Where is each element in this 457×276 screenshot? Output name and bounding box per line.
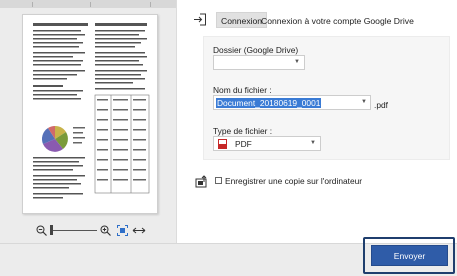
- filename-label: Nom du fichier :: [213, 85, 272, 95]
- document-page-illustration: [33, 23, 150, 199]
- send-button[interactable]: Envoyer: [371, 245, 448, 266]
- fit-width-icon[interactable]: [132, 225, 146, 236]
- zoom-slider-handle[interactable]: [50, 225, 53, 235]
- destination-form: Dossier (Google Drive) ▼ Nom du fichier …: [203, 36, 450, 160]
- page-thumbnail: [22, 14, 158, 214]
- chevron-down-icon: ▼: [310, 140, 316, 146]
- zoom-slider-track[interactable]: [51, 230, 97, 231]
- zoom-toolbar: [0, 218, 176, 243]
- preview-scrollbar[interactable]: [0, 0, 176, 8]
- filetype-label: Type de fichier :: [213, 126, 273, 136]
- filename-value: Document_20180619_0001: [216, 98, 322, 108]
- filetype-value: PDF: [235, 139, 252, 149]
- chevron-down-icon: ▼: [294, 59, 300, 65]
- zoom-out-icon[interactable]: [36, 225, 47, 236]
- filetype-select[interactable]: PDF ▼: [213, 136, 321, 151]
- zoom-in-icon[interactable]: [100, 225, 111, 236]
- connect-description: Connexion à votre compte Google Drive: [261, 16, 414, 26]
- save-copy-checkbox[interactable]: [215, 177, 222, 184]
- folder-select[interactable]: ▼: [213, 55, 305, 70]
- save-copy-label[interactable]: Enregistrer une copie sur l'ordinateur: [225, 176, 362, 186]
- connect-button[interactable]: Connexion: [216, 12, 268, 28]
- save-to-computer-icon: [195, 175, 207, 188]
- filename-field[interactable]: Document_20180619_0001 ▼: [213, 95, 371, 110]
- folder-label: Dossier (Google Drive): [213, 45, 299, 55]
- preview-pane: [0, 0, 176, 243]
- chevron-down-icon[interactable]: ▼: [361, 99, 367, 105]
- upload-settings-panel: Connexion Connexion à votre compte Googl…: [177, 0, 457, 243]
- fit-page-icon[interactable]: [117, 225, 128, 236]
- login-icon: [194, 13, 206, 26]
- pdf-icon: [218, 139, 227, 149]
- filename-extension: .pdf: [374, 100, 388, 110]
